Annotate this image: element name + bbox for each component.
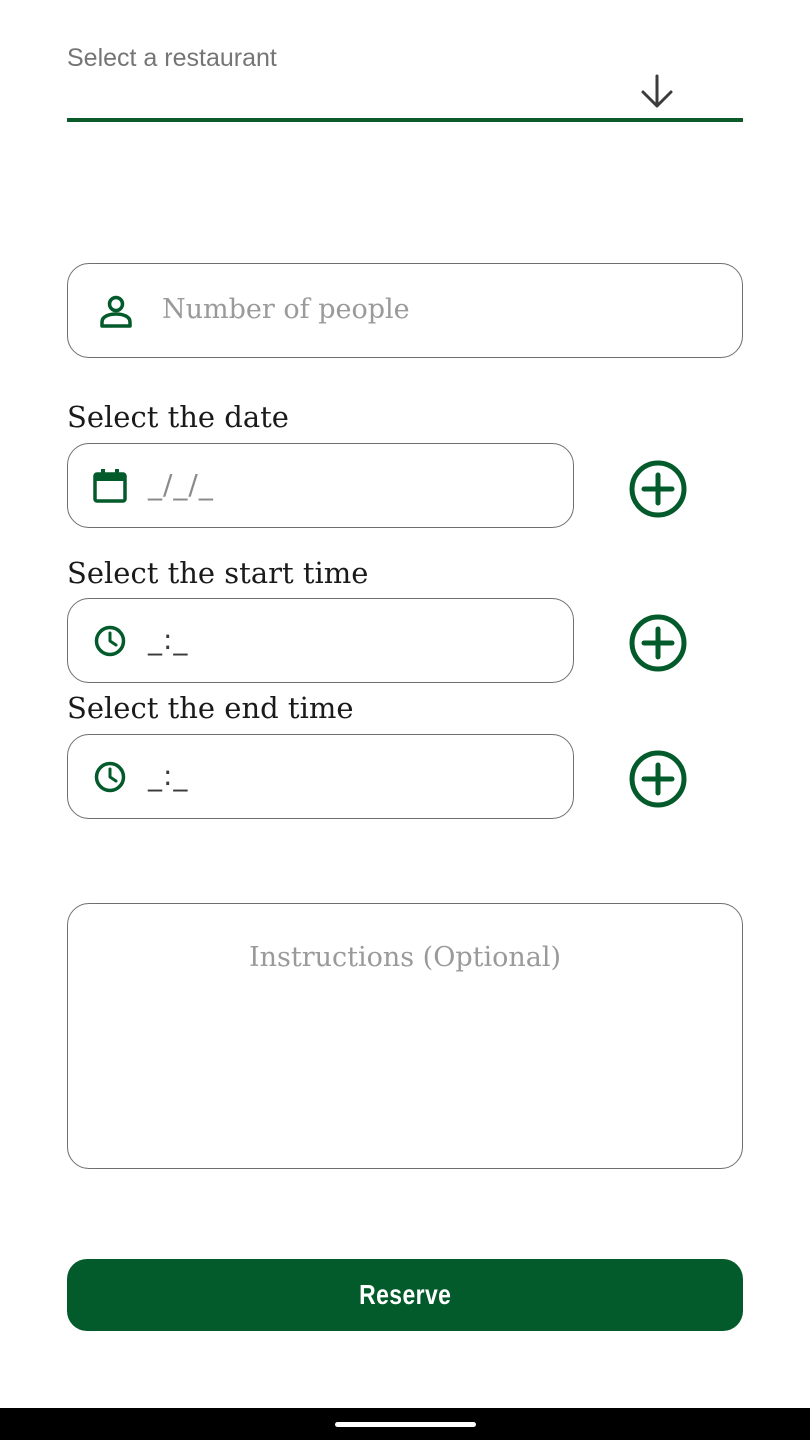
date-field[interactable]: _/_/_ [67,443,574,528]
number-of-people-placeholder: Number of people [162,294,410,325]
end-time-value: _:_ [148,759,189,792]
arrow-down-icon [641,74,673,108]
date-value: _/_/_ [148,468,214,501]
reservation-screen: Select a restaurant Number of people Sel… [0,0,810,1440]
end-time-field[interactable]: _:_ [67,734,574,819]
restaurant-dropdown[interactable]: Select a restaurant [67,36,743,122]
reserve-button-label: Reserve [358,1279,452,1310]
dropdown-underline [67,118,743,122]
start-time-label: Select the start time [67,556,369,590]
number-of-people-field[interactable]: Number of people [67,263,743,358]
add-end-time-button[interactable] [628,749,688,809]
system-navigation-bar [0,1408,810,1440]
home-indicator[interactable] [335,1422,476,1427]
instructions-placeholder: Instructions (Optional) [248,942,562,973]
reserve-button[interactable]: Reserve [67,1259,743,1331]
date-label: Select the date [67,400,289,434]
clock-icon [94,625,126,657]
add-start-time-button[interactable] [628,613,688,673]
person-icon [100,295,132,328]
start-time-field[interactable]: _:_ [67,598,574,683]
restaurant-dropdown-label: Select a restaurant [67,44,277,72]
add-date-button[interactable] [628,459,688,519]
clock-icon [94,761,126,793]
start-time-value: _:_ [148,623,189,656]
instructions-textarea[interactable]: Instructions (Optional) [67,903,743,1169]
calendar-icon [93,469,127,503]
end-time-label: Select the end time [67,691,354,725]
